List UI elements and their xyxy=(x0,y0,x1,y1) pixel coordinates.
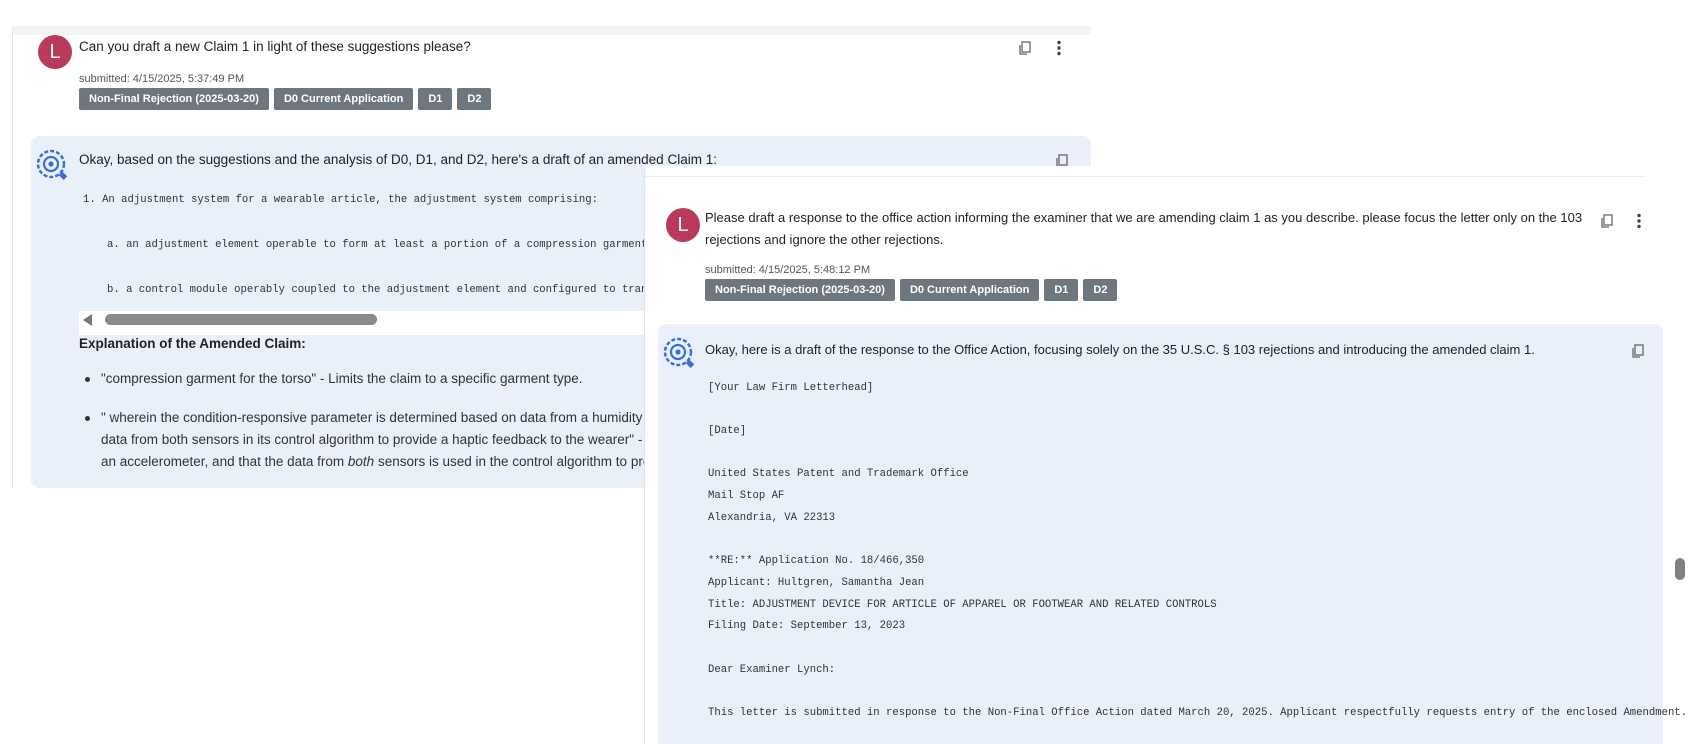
submitted-timestamp: submitted: 4/15/2025, 5:48:12 PM xyxy=(705,264,870,276)
horizontal-scrollbar[interactable] xyxy=(79,311,659,331)
vertical-scrollbar-thumb[interactable] xyxy=(1675,558,1685,580)
window-top-bar xyxy=(13,26,1091,35)
copy-icon[interactable] xyxy=(1629,342,1647,360)
window-top-divider xyxy=(645,176,1645,177)
attachment-chips: Non-Final Rejection (2025-03-20) D0 Curr… xyxy=(705,279,1117,301)
more-vertical-icon[interactable] xyxy=(1630,212,1648,230)
user-avatar: L xyxy=(38,35,72,69)
copy-icon[interactable] xyxy=(1598,212,1616,230)
bullet-2-emphasis: both xyxy=(348,454,374,469)
claim-line-a: a. an adjustment element operable to for… xyxy=(107,239,666,251)
more-vertical-icon[interactable] xyxy=(1050,39,1068,57)
letter-address-line-2: Mail Stop AF xyxy=(708,490,784,502)
attachment-chips: Non-Final Rejection (2025-03-20) D0 Curr… xyxy=(79,88,491,110)
bullet-2-line-3b: sensors is used in the control algorithm… xyxy=(374,454,657,469)
letter-applicant: Applicant: Hultgren, Samantha Jean xyxy=(708,577,924,589)
question-line-2: rejections and ignore the other rejectio… xyxy=(705,232,943,247)
chip-d0-current-application[interactable]: D0 Current Application xyxy=(274,88,413,110)
letter-filing-date: Filing Date: September 13, 2023 xyxy=(708,620,905,632)
chip-d1[interactable]: D1 xyxy=(1044,279,1078,301)
user-question: Can you draft a new Claim 1 in light of … xyxy=(79,36,471,58)
letter-date: [Date] xyxy=(708,425,746,437)
assistant-bot-icon xyxy=(35,148,69,182)
claim-line-1: 1. An adjustment system for a wearable a… xyxy=(83,194,598,206)
copy-icon[interactable] xyxy=(1016,39,1034,57)
submitted-timestamp: submitted: 4/15/2025, 5:37:49 PM xyxy=(79,73,244,85)
letter-salutation: Dear Examiner Lynch: xyxy=(708,664,835,676)
explanation-bullet-1: "compression garment for the torso" - Li… xyxy=(101,368,583,390)
question-line-1: Please draft a response to the office ac… xyxy=(705,210,1582,225)
chip-non-final-rejection[interactable]: Non-Final Rejection (2025-03-20) xyxy=(79,88,269,110)
chip-d1[interactable]: D1 xyxy=(418,88,452,110)
chip-d2[interactable]: D2 xyxy=(1083,279,1117,301)
bullet-2-line-1: " wherein the condition-responsive param… xyxy=(101,410,660,425)
letter-body: This letter is submitted in response to … xyxy=(708,707,1687,719)
bullet-2-line-2: data from both sensors in its control al… xyxy=(101,432,662,447)
chip-d0-current-application[interactable]: D0 Current Application xyxy=(900,279,1039,301)
explanation-heading: Explanation of the Amended Claim: xyxy=(79,336,306,351)
chip-d2[interactable]: D2 xyxy=(457,88,491,110)
letter-title: Title: ADJUSTMENT DEVICE FOR ARTICLE OF … xyxy=(708,599,1217,611)
answer-lead-text: Okay, here is a draft of the response to… xyxy=(705,342,1535,357)
front-chat-window: L Please draft a response to the office … xyxy=(644,166,1698,744)
bullet-2-line-3a: an accelerometer, and that the data from xyxy=(101,454,348,469)
claim-line-b: b. a control module operably coupled to … xyxy=(107,284,666,296)
letter-letterhead: [Your Law Firm Letterhead] xyxy=(708,382,873,394)
chip-non-final-rejection[interactable]: Non-Final Rejection (2025-03-20) xyxy=(705,279,895,301)
assistant-bot-icon xyxy=(662,336,696,370)
letter-address-line-3: Alexandria, VA 22313 xyxy=(708,512,835,524)
letter-address-line-1: United States Patent and Trademark Offic… xyxy=(708,468,969,480)
user-question: Please draft a response to the office ac… xyxy=(705,207,1582,251)
scrollbar-thumb[interactable] xyxy=(105,314,377,325)
scroll-left-arrow-icon[interactable] xyxy=(83,314,92,326)
user-avatar: L xyxy=(666,208,700,242)
answer-lead-text: Okay, based on the suggestions and the a… xyxy=(79,152,717,167)
assistant-answer-bubble: Okay, here is a draft of the response to… xyxy=(658,324,1663,744)
explanation-bullet-2: " wherein the condition-responsive param… xyxy=(101,407,662,473)
letter-re-line: **RE:** Application No. 18/466,350 xyxy=(708,555,924,567)
